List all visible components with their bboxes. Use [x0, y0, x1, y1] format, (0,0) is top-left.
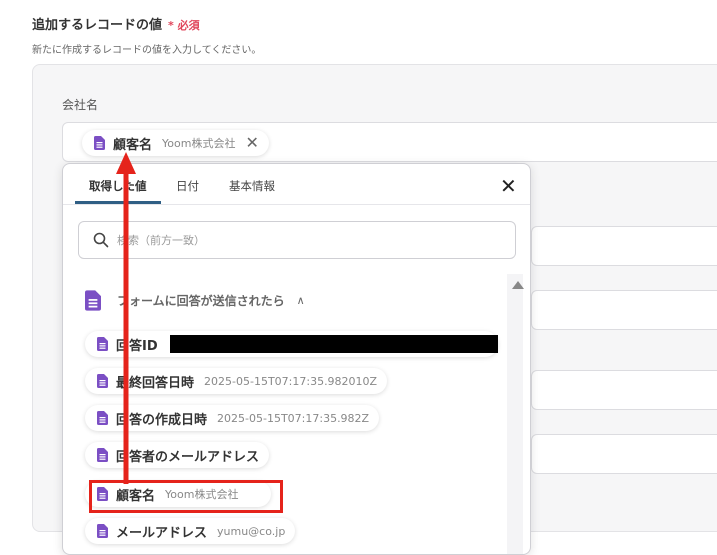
tab-divider: [63, 204, 530, 205]
company-name-value-chip[interactable]: 顧客名 Yoom株式会社 ✕: [82, 130, 269, 156]
form-doc-icon: [97, 448, 108, 462]
tab-date[interactable]: 日付: [176, 178, 199, 194]
required-badge: * 必須: [168, 19, 200, 32]
chip-value: yumu@co.jp: [217, 524, 286, 538]
remove-chip-icon[interactable]: ✕: [245, 135, 258, 151]
chip-name: 最終回答日時: [116, 375, 195, 391]
form-doc-icon: [85, 290, 101, 311]
variable-chip-email[interactable]: メールアドレス yumu@co.jp: [85, 518, 296, 544]
chip-name: メールアドレス: [116, 525, 208, 541]
background-field[interactable]: [531, 226, 717, 266]
group-label: フォームに回答が送信されたら: [117, 294, 285, 308]
scroll-up-arrow-icon[interactable]: [512, 281, 524, 289]
chip-name: 回答者のメールアドレス: [116, 449, 260, 465]
variable-chip-response-created-time[interactable]: 回答の作成日時 2025-05-15T07:17:35.982Z: [85, 405, 380, 431]
search-box[interactable]: [78, 221, 516, 259]
form-doc-icon: [94, 136, 105, 150]
chip-value: 2025-05-15T07:17:35.982Z: [217, 411, 370, 425]
tab-basic-info[interactable]: 基本情報: [229, 178, 275, 194]
variable-chip-last-response-time[interactable]: 最終回答日時 2025-05-15T07:17:35.982010Z: [85, 368, 388, 394]
form-doc-icon: [97, 411, 108, 425]
chevron-up-icon: ∧: [296, 294, 305, 307]
redacted-value: [169, 335, 498, 353]
tab-fetched-values[interactable]: 取得した値: [89, 178, 147, 194]
variable-chip-response-id[interactable]: 回答ID: [85, 331, 498, 357]
company-name-label: 会社名: [62, 98, 99, 112]
chip-value: 2025-05-15T07:17:35.982010Z: [204, 374, 378, 388]
background-field[interactable]: [531, 434, 717, 474]
section-title-text: 追加するレコードの値: [32, 18, 163, 33]
chip-value: Yoom株式会社: [162, 137, 236, 150]
chip-name: 顧客名: [113, 137, 153, 153]
search-icon: [93, 232, 109, 248]
chip-name: 回答の作成日時: [116, 412, 208, 428]
variable-chip-respondent-email[interactable]: 回答者のメールアドレス: [85, 442, 270, 468]
form-doc-icon: [97, 524, 108, 538]
section-description: 新たに作成するレコードの値を入力してください。: [32, 45, 262, 56]
background-field[interactable]: [531, 370, 717, 410]
form-doc-icon: [97, 374, 108, 388]
scrollbar[interactable]: [507, 274, 523, 554]
chip-name: 回答ID: [116, 338, 158, 354]
highlight-box: [89, 480, 283, 513]
search-input[interactable]: [115, 232, 499, 248]
form-doc-icon: [97, 337, 108, 351]
section-title: 追加するレコードの値 * 必須: [32, 14, 200, 33]
background-field[interactable]: [531, 290, 717, 330]
close-popup-icon[interactable]: ✕: [500, 176, 517, 196]
trigger-group-header[interactable]: フォームに回答が送信されたら ∧: [85, 290, 305, 311]
